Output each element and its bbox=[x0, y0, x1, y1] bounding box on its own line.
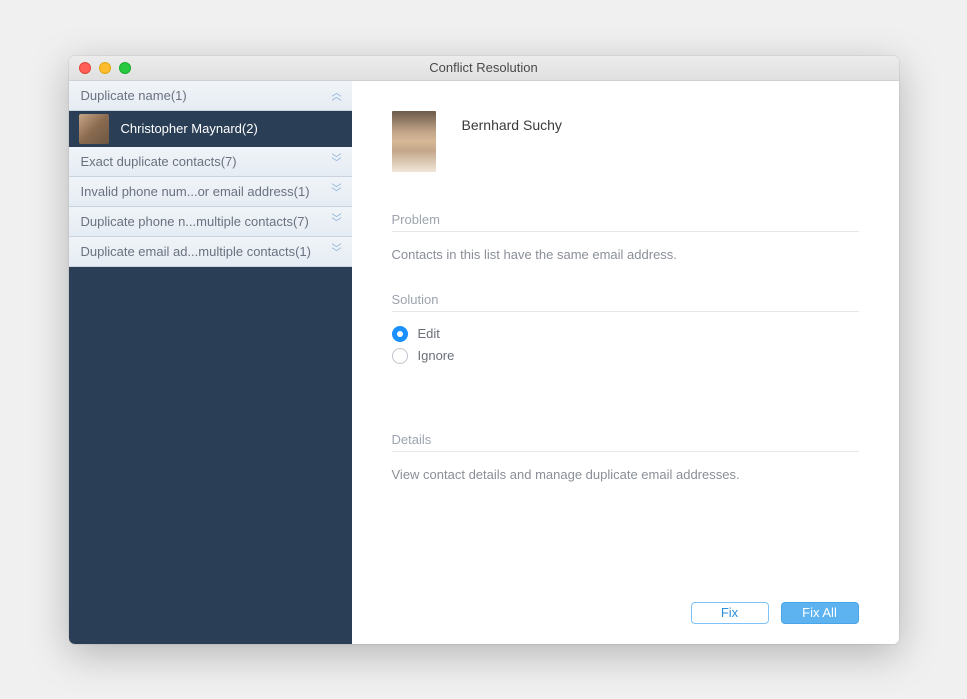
radio-group: Edit Ignore bbox=[392, 326, 859, 364]
solution-section: Solution Edit Ignore bbox=[392, 292, 859, 364]
chevron-down-icon: ﹀﹀ bbox=[332, 188, 342, 195]
radio-label: Edit bbox=[418, 326, 440, 341]
radio-label: Ignore bbox=[418, 348, 455, 363]
chevron-up-icon: ︿︿ bbox=[332, 92, 342, 99]
titlebar[interactable]: Conflict Resolution bbox=[69, 56, 899, 81]
details-text: View contact details and manage duplicat… bbox=[392, 466, 859, 484]
chevron-down-icon: ﹀﹀ bbox=[332, 218, 342, 225]
divider bbox=[392, 311, 859, 312]
traffic-lights bbox=[69, 62, 131, 74]
sidebar-category-label: Duplicate phone n...multiple contacts(7) bbox=[81, 214, 326, 229]
sidebar-item-christopher-maynard[interactable]: Christopher Maynard(2) bbox=[69, 111, 352, 147]
window: Conflict Resolution Duplicate name(1) ︿︿… bbox=[69, 56, 899, 644]
radio-icon bbox=[392, 326, 408, 342]
contact-header: Bernhard Suchy bbox=[392, 111, 859, 172]
radio-edit[interactable]: Edit bbox=[392, 326, 859, 342]
radio-icon bbox=[392, 348, 408, 364]
maximize-icon[interactable] bbox=[119, 62, 131, 74]
sidebar-category-label: Duplicate name(1) bbox=[81, 88, 326, 103]
chevron-down-icon: ﹀﹀ bbox=[332, 248, 342, 255]
sidebar-category-duplicate-name[interactable]: Duplicate name(1) ︿︿ bbox=[69, 81, 352, 111]
fix-button[interactable]: Fix bbox=[691, 602, 769, 624]
contact-name: Bernhard Suchy bbox=[462, 117, 562, 133]
solution-title: Solution bbox=[392, 292, 859, 307]
fix-all-button[interactable]: Fix All bbox=[781, 602, 859, 624]
problem-title: Problem bbox=[392, 212, 859, 227]
avatar bbox=[79, 114, 109, 144]
close-icon[interactable] bbox=[79, 62, 91, 74]
problem-section: Problem Contacts in this list have the s… bbox=[392, 212, 859, 264]
contact-photo bbox=[392, 111, 436, 172]
sidebar-category-label: Duplicate email ad...multiple contacts(1… bbox=[81, 244, 326, 259]
chevron-down-icon: ﹀﹀ bbox=[332, 158, 342, 165]
sidebar-category-label: Exact duplicate contacts(7) bbox=[81, 154, 326, 169]
radio-ignore[interactable]: Ignore bbox=[392, 348, 859, 364]
minimize-icon[interactable] bbox=[99, 62, 111, 74]
divider bbox=[392, 231, 859, 232]
sidebar-category-label: Invalid phone num...or email address(1) bbox=[81, 184, 326, 199]
divider bbox=[392, 451, 859, 452]
sidebar-item-label: Christopher Maynard(2) bbox=[121, 121, 258, 136]
sidebar-category-duplicate-phone[interactable]: Duplicate phone n...multiple contacts(7)… bbox=[69, 207, 352, 237]
problem-text: Contacts in this list have the same emai… bbox=[392, 246, 859, 264]
sidebar-category-duplicate-email[interactable]: Duplicate email ad...multiple contacts(1… bbox=[69, 237, 352, 267]
sidebar: Duplicate name(1) ︿︿ Christopher Maynard… bbox=[69, 81, 352, 644]
sidebar-category-exact-duplicate[interactable]: Exact duplicate contacts(7) ﹀﹀ bbox=[69, 147, 352, 177]
sidebar-category-invalid-phone[interactable]: Invalid phone num...or email address(1) … bbox=[69, 177, 352, 207]
window-title: Conflict Resolution bbox=[69, 60, 899, 75]
details-section: Details View contact details and manage … bbox=[392, 432, 859, 484]
details-title: Details bbox=[392, 432, 859, 447]
main-panel: Bernhard Suchy Problem Contacts in this … bbox=[352, 81, 899, 644]
content: Duplicate name(1) ︿︿ Christopher Maynard… bbox=[69, 81, 899, 644]
button-row: Fix Fix All bbox=[691, 602, 859, 624]
